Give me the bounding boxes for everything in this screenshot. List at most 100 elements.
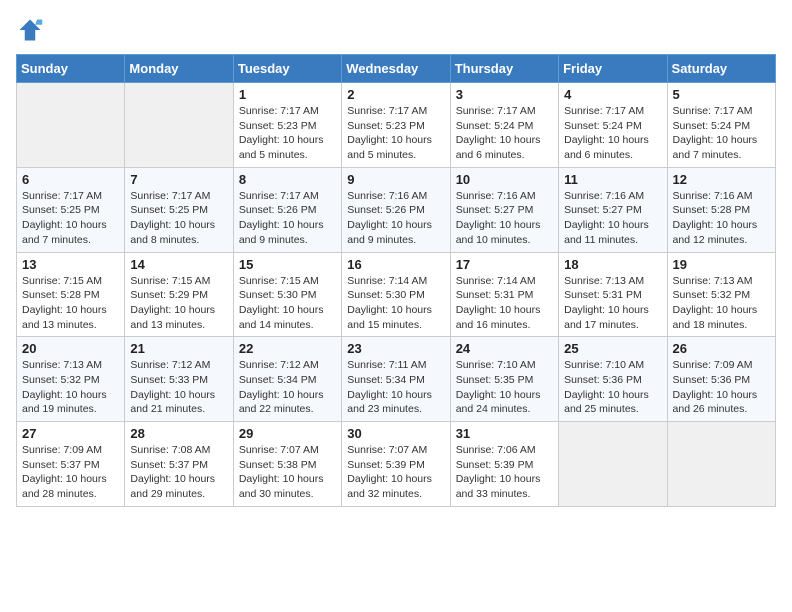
cell-detail: Sunrise: 7:07 AM Sunset: 5:38 PM Dayligh… bbox=[239, 443, 336, 502]
calendar-cell: 18Sunrise: 7:13 AM Sunset: 5:31 PM Dayli… bbox=[559, 252, 667, 337]
calendar-cell: 7 Sunrise: 7:17 AM Sunset: 5:25 PM Daylig… bbox=[125, 167, 233, 252]
col-header-thursday: Thursday bbox=[450, 55, 558, 83]
cell-detail: Sunrise: 7:15 AM Sunset: 5:29 PM Dayligh… bbox=[130, 274, 227, 333]
day-number: 8 bbox=[239, 172, 336, 187]
calendar-cell bbox=[125, 83, 233, 168]
day-number: 28 bbox=[130, 426, 227, 441]
logo bbox=[16, 16, 48, 44]
cell-detail: Sunrise: 7:10 AM Sunset: 5:35 PM Dayligh… bbox=[456, 358, 553, 417]
calendar-cell: 14 Sunrise: 7:15 AM Sunset: 5:29 PM Dayli… bbox=[125, 252, 233, 337]
calendar-cell: 1 Sunrise: 7:17 AM Sunset: 5:23 PM Daylig… bbox=[233, 83, 341, 168]
cell-detail: Sunrise: 7:13 AM Sunset: 5:31 PM Dayligh… bbox=[564, 274, 661, 333]
calendar-cell: 28 Sunrise: 7:08 AM Sunset: 5:37 PM Dayli… bbox=[125, 422, 233, 507]
calendar-week-row: 1 Sunrise: 7:17 AM Sunset: 5:23 PM Daylig… bbox=[17, 83, 776, 168]
day-number: 10 bbox=[456, 172, 553, 187]
day-number: 24 bbox=[456, 341, 553, 356]
cell-detail: Sunrise: 7:08 AM Sunset: 5:37 PM Dayligh… bbox=[130, 443, 227, 502]
col-header-friday: Friday bbox=[559, 55, 667, 83]
day-number: 20 bbox=[22, 341, 119, 356]
calendar-cell: 30 Sunrise: 7:07 AM Sunset: 5:39 PM Dayli… bbox=[342, 422, 450, 507]
col-header-monday: Monday bbox=[125, 55, 233, 83]
day-number: 5 bbox=[673, 87, 770, 102]
cell-detail: Sunrise: 7:11 AM Sunset: 5:34 PM Dayligh… bbox=[347, 358, 444, 417]
day-number: 1 bbox=[239, 87, 336, 102]
calendar-cell: 13Sunrise: 7:15 AM Sunset: 5:28 PM Dayli… bbox=[17, 252, 125, 337]
cell-detail: Sunrise: 7:12 AM Sunset: 5:33 PM Dayligh… bbox=[130, 358, 227, 417]
calendar-cell: 26Sunrise: 7:09 AM Sunset: 5:36 PM Dayli… bbox=[667, 337, 775, 422]
calendar-cell: 12 Sunrise: 7:16 AM Sunset: 5:28 PM Dayli… bbox=[667, 167, 775, 252]
cell-detail: Sunrise: 7:17 AM Sunset: 5:24 PM Dayligh… bbox=[673, 104, 770, 163]
calendar-cell: 22 Sunrise: 7:12 AM Sunset: 5:34 PM Dayli… bbox=[233, 337, 341, 422]
cell-detail: Sunrise: 7:17 AM Sunset: 5:23 PM Dayligh… bbox=[347, 104, 444, 163]
col-header-tuesday: Tuesday bbox=[233, 55, 341, 83]
calendar-cell: 2 Sunrise: 7:17 AM Sunset: 5:23 PM Daylig… bbox=[342, 83, 450, 168]
calendar-cell: 3 Sunrise: 7:17 AM Sunset: 5:24 PM Daylig… bbox=[450, 83, 558, 168]
calendar-header-row: SundayMondayTuesdayWednesdayThursdayFrid… bbox=[17, 55, 776, 83]
calendar-cell: 27Sunrise: 7:09 AM Sunset: 5:37 PM Dayli… bbox=[17, 422, 125, 507]
day-number: 13 bbox=[22, 257, 119, 272]
day-number: 21 bbox=[130, 341, 227, 356]
day-number: 14 bbox=[130, 257, 227, 272]
day-number: 25 bbox=[564, 341, 661, 356]
day-number: 19 bbox=[673, 257, 770, 272]
cell-detail: Sunrise: 7:14 AM Sunset: 5:31 PM Dayligh… bbox=[456, 274, 553, 333]
calendar-cell: 10Sunrise: 7:16 AM Sunset: 5:27 PM Dayli… bbox=[450, 167, 558, 252]
cell-detail: Sunrise: 7:17 AM Sunset: 5:23 PM Dayligh… bbox=[239, 104, 336, 163]
cell-detail: Sunrise: 7:17 AM Sunset: 5:25 PM Dayligh… bbox=[22, 189, 119, 248]
day-number: 2 bbox=[347, 87, 444, 102]
cell-detail: Sunrise: 7:10 AM Sunset: 5:36 PM Dayligh… bbox=[564, 358, 661, 417]
calendar-week-row: 27Sunrise: 7:09 AM Sunset: 5:37 PM Dayli… bbox=[17, 422, 776, 507]
cell-detail: Sunrise: 7:17 AM Sunset: 5:24 PM Dayligh… bbox=[564, 104, 661, 163]
logo-icon bbox=[16, 16, 44, 44]
day-number: 22 bbox=[239, 341, 336, 356]
day-number: 30 bbox=[347, 426, 444, 441]
day-number: 27 bbox=[22, 426, 119, 441]
cell-detail: Sunrise: 7:17 AM Sunset: 5:26 PM Dayligh… bbox=[239, 189, 336, 248]
cell-detail: Sunrise: 7:07 AM Sunset: 5:39 PM Dayligh… bbox=[347, 443, 444, 502]
calendar-cell: 6 Sunrise: 7:17 AM Sunset: 5:25 PM Daylig… bbox=[17, 167, 125, 252]
cell-detail: Sunrise: 7:17 AM Sunset: 5:25 PM Dayligh… bbox=[130, 189, 227, 248]
day-number: 15 bbox=[239, 257, 336, 272]
day-number: 12 bbox=[673, 172, 770, 187]
calendar-cell: 31 Sunrise: 7:06 AM Sunset: 5:39 PM Dayli… bbox=[450, 422, 558, 507]
day-number: 29 bbox=[239, 426, 336, 441]
calendar-cell: 16 Sunrise: 7:14 AM Sunset: 5:30 PM Dayli… bbox=[342, 252, 450, 337]
cell-detail: Sunrise: 7:06 AM Sunset: 5:39 PM Dayligh… bbox=[456, 443, 553, 502]
calendar-cell: 23 Sunrise: 7:11 AM Sunset: 5:34 PM Dayli… bbox=[342, 337, 450, 422]
calendar-cell: 21 Sunrise: 7:12 AM Sunset: 5:33 PM Dayli… bbox=[125, 337, 233, 422]
col-header-sunday: Sunday bbox=[17, 55, 125, 83]
cell-detail: Sunrise: 7:13 AM Sunset: 5:32 PM Dayligh… bbox=[673, 274, 770, 333]
day-number: 23 bbox=[347, 341, 444, 356]
cell-detail: Sunrise: 7:16 AM Sunset: 5:26 PM Dayligh… bbox=[347, 189, 444, 248]
day-number: 3 bbox=[456, 87, 553, 102]
day-number: 16 bbox=[347, 257, 444, 272]
calendar-cell bbox=[559, 422, 667, 507]
day-number: 17 bbox=[456, 257, 553, 272]
day-number: 9 bbox=[347, 172, 444, 187]
day-number: 6 bbox=[22, 172, 119, 187]
calendar-cell: 9 Sunrise: 7:16 AM Sunset: 5:26 PM Daylig… bbox=[342, 167, 450, 252]
day-number: 31 bbox=[456, 426, 553, 441]
calendar-cell: 5 Sunrise: 7:17 AM Sunset: 5:24 PM Daylig… bbox=[667, 83, 775, 168]
calendar-cell bbox=[17, 83, 125, 168]
col-header-wednesday: Wednesday bbox=[342, 55, 450, 83]
page-header bbox=[16, 16, 776, 44]
cell-detail: Sunrise: 7:12 AM Sunset: 5:34 PM Dayligh… bbox=[239, 358, 336, 417]
calendar-cell bbox=[667, 422, 775, 507]
calendar-cell: 4 Sunrise: 7:17 AM Sunset: 5:24 PM Daylig… bbox=[559, 83, 667, 168]
cell-detail: Sunrise: 7:13 AM Sunset: 5:32 PM Dayligh… bbox=[22, 358, 119, 417]
day-number: 4 bbox=[564, 87, 661, 102]
calendar-cell: 24 Sunrise: 7:10 AM Sunset: 5:35 PM Dayli… bbox=[450, 337, 558, 422]
calendar-cell: 29 Sunrise: 7:07 AM Sunset: 5:38 PM Dayli… bbox=[233, 422, 341, 507]
calendar-table: SundayMondayTuesdayWednesdayThursdayFrid… bbox=[16, 54, 776, 507]
cell-detail: Sunrise: 7:16 AM Sunset: 5:28 PM Dayligh… bbox=[673, 189, 770, 248]
col-header-saturday: Saturday bbox=[667, 55, 775, 83]
cell-detail: Sunrise: 7:16 AM Sunset: 5:27 PM Dayligh… bbox=[564, 189, 661, 248]
calendar-cell: 20 Sunrise: 7:13 AM Sunset: 5:32 PM Dayli… bbox=[17, 337, 125, 422]
day-number: 7 bbox=[130, 172, 227, 187]
cell-detail: Sunrise: 7:17 AM Sunset: 5:24 PM Dayligh… bbox=[456, 104, 553, 163]
calendar-cell: 19 Sunrise: 7:13 AM Sunset: 5:32 PM Dayli… bbox=[667, 252, 775, 337]
cell-detail: Sunrise: 7:14 AM Sunset: 5:30 PM Dayligh… bbox=[347, 274, 444, 333]
calendar-cell: 11Sunrise: 7:16 AM Sunset: 5:27 PM Dayli… bbox=[559, 167, 667, 252]
calendar-cell: 25 Sunrise: 7:10 AM Sunset: 5:36 PM Dayli… bbox=[559, 337, 667, 422]
